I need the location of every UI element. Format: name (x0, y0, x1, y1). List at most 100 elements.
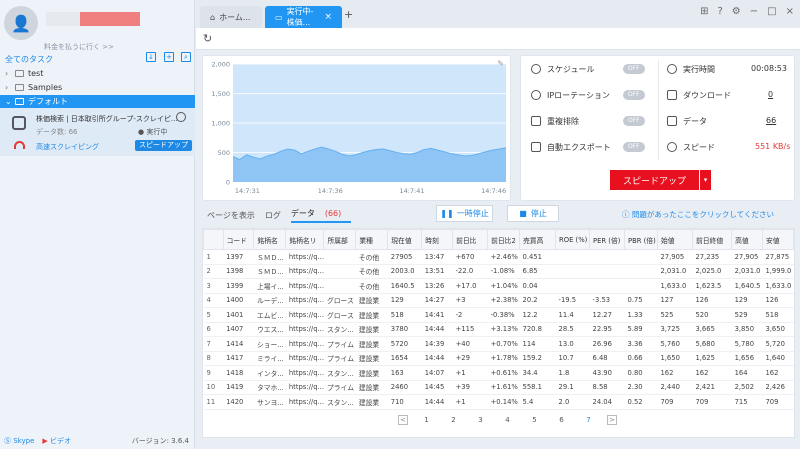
task-mode-link[interactable]: 高速スクレイピング (36, 142, 99, 152)
page-list: 1234567 (413, 416, 602, 424)
maximize-icon[interactable]: □ (767, 6, 776, 17)
table-row[interactable]: 4 1400 ルーデ... https://q... グロース 建設業 129 14:27 +3… (203, 293, 794, 308)
page-number[interactable]: 1 (413, 416, 440, 424)
tab-log[interactable]: ログ (265, 210, 281, 221)
chevron-right-icon[interactable]: › (5, 83, 13, 92)
table-cell: 3 (203, 278, 224, 294)
table-cell: 5,680 (692, 336, 732, 352)
speedup-button[interactable]: スピードアップ (610, 170, 699, 190)
column-header[interactable]: 前日比 (452, 229, 489, 250)
tab-home[interactable]: ⌂ ホーム... (200, 6, 262, 28)
prev-page-button[interactable]: < (398, 415, 408, 425)
table-cell: サンヨ... (253, 394, 286, 410)
tab-running[interactable]: ▭ 実行中-株価... × (265, 6, 342, 28)
page-number[interactable]: 5 (521, 416, 548, 424)
ip-rotation-toggle[interactable]: OFF (623, 90, 645, 100)
dedupe-toggle[interactable]: OFF (623, 116, 645, 126)
tree-item-default[interactable]: ⌄ デフォルト (0, 95, 195, 108)
table-row[interactable]: 6 1407 ウエス... https://q... スタン... 建設業 3780 14:4… (203, 322, 794, 337)
column-header[interactable]: 時刻 (421, 229, 454, 250)
user-avatar[interactable]: 👤 (4, 6, 38, 40)
stop-button[interactable]: ■ 停止 (507, 205, 559, 222)
table-cell: 129 (387, 293, 422, 308)
column-header[interactable]: 銘柄名リ (285, 229, 325, 250)
help-icon[interactable]: ? (717, 6, 722, 17)
page-number[interactable]: 7 (575, 416, 602, 424)
column-header[interactable]: 始値 (656, 229, 693, 250)
data-table-panel: コード 銘柄名 銘柄名リ 所属部 業種 現在値 時刻 前日比 前日比2 売買高 ROE (%) PER… (202, 228, 795, 438)
table-cell: 14:39 (421, 336, 453, 352)
data-value[interactable]: 66 (766, 116, 776, 125)
page-number[interactable]: 2 (440, 416, 467, 424)
skype-link[interactable]: Ⓢ Skype (4, 436, 34, 446)
task-speedup-button[interactable]: スピードアップ (135, 140, 192, 151)
column-header[interactable] (203, 229, 224, 250)
close-window-icon[interactable]: × (786, 6, 794, 17)
new-task-icon[interactable]: ↓ (146, 52, 156, 62)
table-cell: -1.08% (487, 264, 520, 279)
table-row[interactable]: 5 1401 エムビ... https://q... グロース 建設業 518 14:41 -2… (203, 307, 794, 323)
upgrade-link[interactable]: 料金を払うに行く >> (44, 42, 114, 52)
column-header[interactable]: PER (倍) (589, 229, 625, 250)
all-tasks-label[interactable]: 全てのタスク (5, 54, 53, 65)
minimize-icon[interactable]: − (750, 6, 758, 17)
table-row[interactable]: 8 1417 ミライ... https://q... プライム 建設業 1654 14:44 +… (203, 351, 794, 366)
table-cell: 14:44 (421, 322, 453, 337)
new-tab-icon[interactable]: + (344, 8, 353, 21)
speedup-dropdown-icon[interactable]: ▾ (700, 170, 711, 190)
refresh-icon[interactable]: ↻ (203, 32, 212, 45)
edit-icon[interactable]: ✎ (497, 59, 504, 68)
column-header[interactable]: 業種 (355, 229, 389, 250)
close-tab-icon[interactable]: × (324, 12, 332, 22)
schedule-toggle[interactable]: OFF (623, 64, 645, 74)
column-header[interactable]: 前日終値 (691, 229, 733, 250)
column-header[interactable]: 銘柄名 (253, 229, 287, 250)
column-header[interactable]: 前日比2 (487, 229, 520, 250)
page-number[interactable]: 6 (548, 416, 575, 424)
column-header[interactable]: ROE (%) (555, 229, 590, 250)
chevron-right-icon[interactable]: › (5, 69, 13, 78)
data-icon (667, 116, 677, 126)
column-header[interactable]: コード (222, 229, 255, 250)
tab-data[interactable]: データ (66) (290, 208, 352, 223)
table-row[interactable]: 3 1399 上場イ... https://q... その他 1640.5 13:26 +17… (203, 278, 794, 294)
settings-icon[interactable]: ⚙ (732, 6, 741, 17)
table-cell: 127 (657, 293, 693, 308)
column-header[interactable]: PBR (倍) (624, 229, 658, 250)
table-cell: 8 (203, 351, 224, 366)
tree-item-test[interactable]: › test (0, 67, 195, 80)
tree-item-samples[interactable]: › Samples (0, 81, 195, 94)
table-row[interactable]: 2 1398 ＳＭＤ... https://q... その他 2003.0 13:51 -22… (203, 264, 794, 279)
y-tick-label: 0 (226, 179, 230, 187)
next-page-button[interactable]: > (607, 415, 617, 425)
tab-page-view[interactable]: ページを表示 (207, 210, 255, 221)
table-cell: 5,720 (762, 336, 794, 352)
pause-icon: ❚❚ (440, 209, 454, 218)
page-number[interactable]: 4 (494, 416, 521, 424)
table-cell: 1399 (223, 278, 254, 294)
table-row[interactable]: 11 1420 サンヨ... https://q... スタン... 建設業 710 14:4… (203, 394, 794, 410)
pause-button[interactable]: ❚❚ 一時停止 (436, 205, 493, 222)
download-value[interactable]: 0 (768, 90, 773, 99)
column-header[interactable]: 所属部 (323, 229, 357, 250)
video-link[interactable]: ▶ ビデオ (42, 436, 71, 446)
column-header[interactable]: 安値 (761, 229, 795, 250)
column-header[interactable]: 高値 (731, 229, 763, 250)
page-number[interactable]: 3 (467, 416, 494, 424)
column-header[interactable]: 現在値 (387, 229, 423, 250)
table-row[interactable]: 1 1397 ＳＭＤ... https://q... その他 27905 13:47 +670… (203, 249, 794, 265)
chevron-down-icon[interactable]: ⌄ (5, 97, 13, 106)
table-row[interactable]: 10 1419 タマホ... https://q... プライム 建設業 2460 14:45… (203, 380, 794, 395)
table-cell: 1420 (223, 394, 254, 410)
stop-circle-icon[interactable] (176, 112, 186, 122)
gift-icon[interactable]: ⊞ (700, 6, 708, 17)
task-item[interactable]: 株価検索 | 日本取引所グループ-スクレイピ... データ数: 66 ● 実行中… (0, 108, 195, 156)
help-link[interactable]: ⓘ 問題があったここをクリックしてください (622, 209, 774, 220)
add-folder-icon[interactable]: + (164, 52, 174, 62)
table-cell: +0.61% (487, 365, 520, 381)
auto-export-toggle[interactable]: OFF (623, 142, 645, 152)
table-row[interactable]: 9 1418 インタ... https://q... スタン... 建設業 163 14:07… (203, 365, 794, 381)
table-row[interactable]: 7 1414 ショー... https://q... プライム 建設業 5720 14:39 +… (203, 336, 794, 352)
search-task-icon[interactable]: ⌕ (181, 52, 191, 62)
column-header[interactable]: 売買高 (518, 229, 557, 250)
